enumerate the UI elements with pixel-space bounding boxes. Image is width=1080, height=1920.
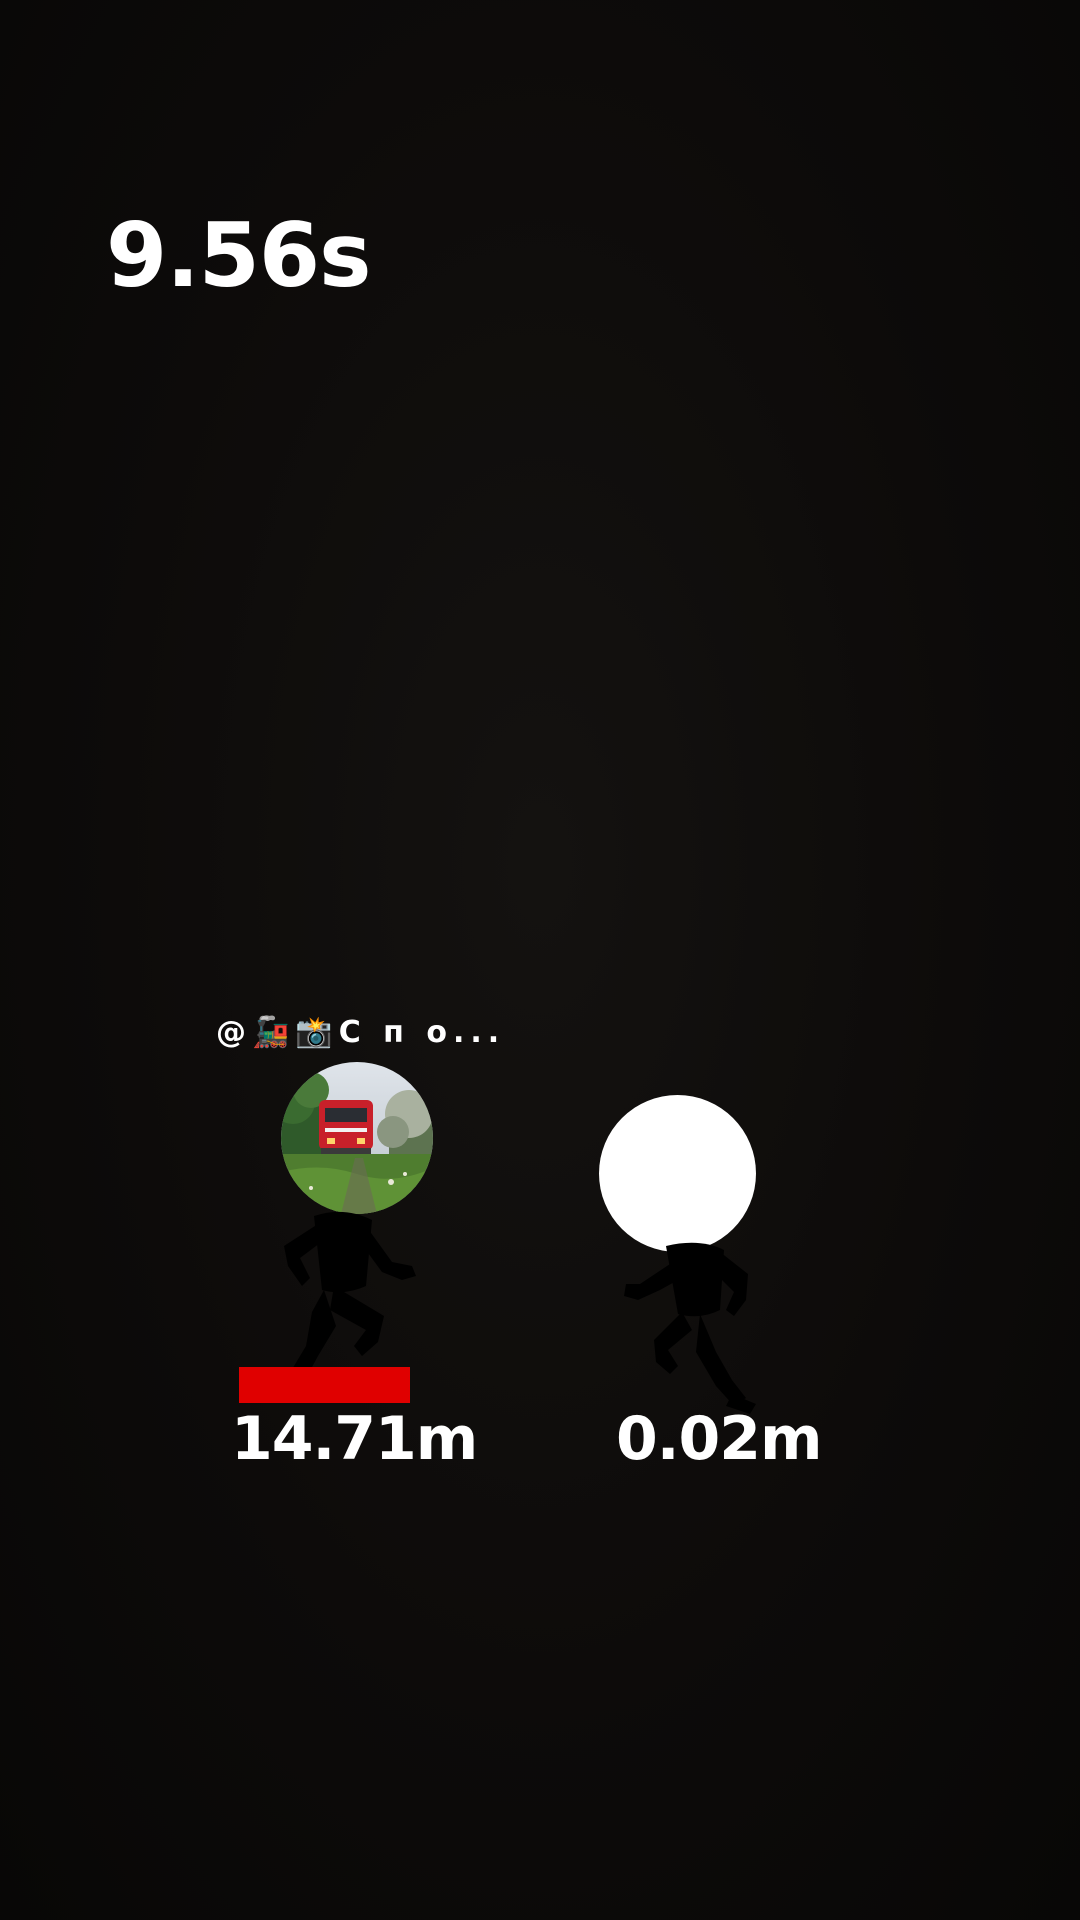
player-1-avatar <box>281 1062 433 1214</box>
player-2-distance: 0.02m <box>616 1404 823 1474</box>
player-2-runner-icon <box>624 1242 756 1414</box>
leader-marker-bar <box>239 1367 410 1403</box>
game-stage: 9.56s @🚂📸С п о... 14.71m 0.02m <box>0 0 1080 1920</box>
player-1-username: @🚂📸С п о... <box>216 1015 506 1050</box>
train-photo-icon <box>281 1062 433 1214</box>
player-2-avatar <box>599 1095 756 1252</box>
race-timer: 9.56s <box>106 204 371 307</box>
player-1-distance: 14.71m <box>231 1404 478 1474</box>
